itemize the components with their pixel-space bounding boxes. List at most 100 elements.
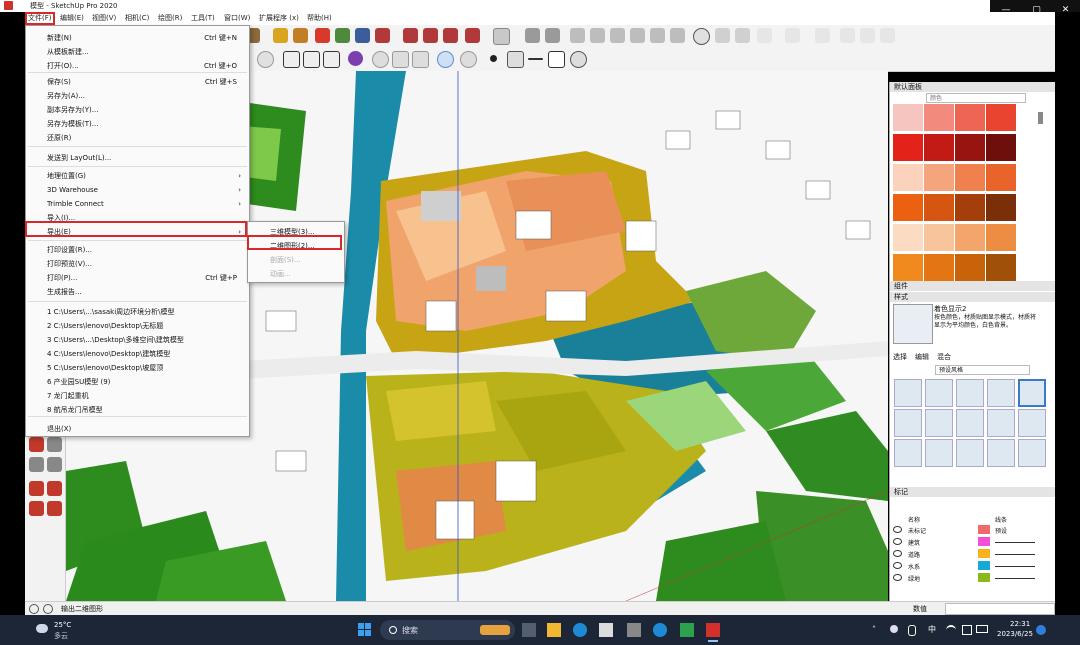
onedrive-icon[interactable] — [890, 625, 898, 633]
file-menu-item[interactable]: 7 龙门起重机 — [26, 389, 249, 403]
style-tab-select[interactable]: 选择 — [893, 352, 907, 362]
section-icon[interactable] — [392, 51, 409, 68]
point-icon[interactable] — [490, 55, 497, 62]
style-dropdown[interactable]: 预设风格 — [935, 365, 1030, 375]
eye-icon[interactable] — [893, 550, 902, 557]
tag-row[interactable]: 绿地 — [890, 572, 1055, 584]
color-swatch[interactable] — [893, 194, 923, 221]
line-icon[interactable] — [528, 58, 543, 60]
layout-icon[interactable] — [785, 28, 800, 43]
clock-time[interactable]: 22:31 — [1010, 620, 1030, 628]
style-thumbnail[interactable] — [987, 379, 1015, 407]
style-thumbnail[interactable] — [894, 409, 922, 437]
text-icon[interactable] — [283, 51, 300, 68]
microphone-icon[interactable] — [908, 625, 916, 636]
tape-measure-icon[interactable] — [293, 28, 308, 43]
lock-icon[interactable] — [880, 28, 895, 43]
eye-icon[interactable] — [893, 562, 902, 569]
file-menu-item[interactable]: 3D Warehouse › — [26, 183, 249, 197]
back-edges-icon[interactable] — [545, 28, 560, 43]
shaded-textures-icon[interactable] — [630, 28, 645, 43]
color-swatch[interactable] — [955, 194, 985, 221]
wireframe-icon[interactable] — [570, 28, 585, 43]
tag-color-chip[interactable] — [978, 561, 990, 570]
file-menu-item[interactable]: 2 C:\Users\lenovo\Desktop\无标题 — [26, 319, 249, 333]
file-menu-item[interactable]: 4 C:\Users\lenovo\Desktop\建筑模型 — [26, 347, 249, 361]
menu-extensions[interactable]: 扩展程序 (x) — [259, 13, 299, 23]
hide-icon[interactable] — [570, 51, 587, 68]
info-icon[interactable] — [29, 604, 39, 614]
ruby-icon[interactable] — [465, 28, 480, 43]
ime-indicator[interactable]: 中 — [928, 624, 936, 635]
position-tool-icon[interactable] — [47, 457, 62, 472]
warehouse-icon[interactable] — [403, 28, 418, 43]
file-menu-item[interactable]: 6 产业园SU模型 (9) — [26, 375, 249, 389]
ruby-tool-icon[interactable] — [47, 501, 62, 516]
wechat-icon[interactable] — [680, 623, 694, 637]
scenes-icon[interactable] — [815, 28, 830, 43]
color-swatch[interactable] — [986, 104, 1016, 131]
upload-tool-icon[interactable] — [29, 501, 44, 516]
file-menu-item[interactable]: 1 C:\Users\...\sasaki周边环境分析\模型 — [26, 305, 249, 319]
style-thumbnail[interactable] — [956, 409, 984, 437]
tag-color-chip[interactable] — [978, 525, 990, 534]
style-thumbnail[interactable] — [894, 439, 922, 467]
color-swatch[interactable] — [986, 164, 1016, 191]
file-menu-item[interactable]: Trimble Connect › — [26, 197, 249, 211]
file-menu-item[interactable]: 打印预览(V)... — [26, 257, 249, 271]
axes-icon[interactable] — [372, 51, 389, 68]
color-swatch[interactable] — [924, 254, 954, 281]
color-swatch[interactable] — [986, 194, 1016, 221]
rectangle-icon[interactable] — [548, 51, 565, 68]
clock-date[interactable]: 2023/6/25 — [997, 630, 1033, 638]
walk-icon[interactable] — [460, 51, 477, 68]
edge-browser-icon[interactable] — [573, 623, 587, 637]
tag-row[interactable]: 未标记 预设 — [890, 524, 1055, 536]
menu-help[interactable]: 帮助(H) — [307, 13, 332, 23]
color-swatch[interactable] — [893, 104, 923, 131]
volume-icon[interactable] — [962, 625, 972, 635]
extension-warehouse-icon[interactable] — [443, 28, 458, 43]
pencil-icon[interactable] — [273, 28, 288, 43]
swatch-scrollbar[interactable] — [1038, 112, 1043, 124]
taskbar-search-box[interactable]: 搜索 — [380, 620, 515, 640]
file-menu-item[interactable]: 3 C:\Users\...\Desktop\多维空间\建筑模型 — [26, 333, 249, 347]
style-thumbnail[interactable] — [925, 439, 953, 467]
section-plane-icon[interactable] — [670, 28, 685, 43]
tag-row[interactable]: 道路 — [890, 548, 1055, 560]
measurements-input[interactable] — [945, 603, 1055, 615]
eye-icon[interactable] — [893, 574, 902, 581]
color-swatch[interactable] — [955, 134, 985, 161]
check-icon[interactable] — [693, 28, 710, 45]
settings-circle-icon[interactable] — [257, 51, 274, 68]
cloud-icon[interactable] — [757, 28, 772, 43]
styles-header[interactable]: 样式 — [890, 292, 1055, 302]
export-submenu-item[interactable]: 动画... — [248, 267, 344, 281]
hidden-line-icon[interactable] — [590, 28, 605, 43]
chevron-up-icon[interactable]: ˄ — [872, 625, 876, 634]
battery-icon[interactable] — [976, 625, 988, 633]
file-menu-item[interactable]: 8 航吊龙门吊模型 — [26, 403, 249, 417]
file-menu-item[interactable]: 打印(P)... Ctrl 键+P — [26, 271, 249, 285]
weather-cloud-icon[interactable] — [36, 624, 48, 633]
file-menu-item[interactable]: 还原(R) — [26, 131, 249, 145]
dimension-icon[interactable] — [303, 51, 320, 68]
style-thumbnail[interactable] — [925, 379, 953, 407]
file-menu-item[interactable]: 另存为(A)... — [26, 89, 249, 103]
help-icon[interactable] — [43, 604, 53, 614]
render-icon[interactable] — [735, 28, 750, 43]
color-swatch[interactable] — [924, 194, 954, 221]
menu-draw[interactable]: 绘图(R) — [158, 13, 182, 23]
weather-temperature[interactable]: 25°C — [54, 621, 71, 629]
file-menu-item[interactable]: 保存(S) Ctrl 键+S — [26, 75, 249, 89]
color-swatch[interactable] — [955, 164, 985, 191]
eye-icon[interactable] — [893, 526, 902, 533]
start-windows-icon[interactable] — [358, 623, 372, 637]
tag-color-chip[interactable] — [978, 573, 990, 582]
monochrome-icon[interactable] — [650, 28, 665, 43]
eye-icon[interactable] — [893, 538, 902, 545]
zoom-icon[interactable] — [355, 28, 370, 43]
export-submenu-item[interactable]: 剖面(S)... — [248, 253, 344, 267]
color-swatch[interactable] — [955, 104, 985, 131]
menu-window[interactable]: 窗口(W) — [224, 13, 250, 23]
